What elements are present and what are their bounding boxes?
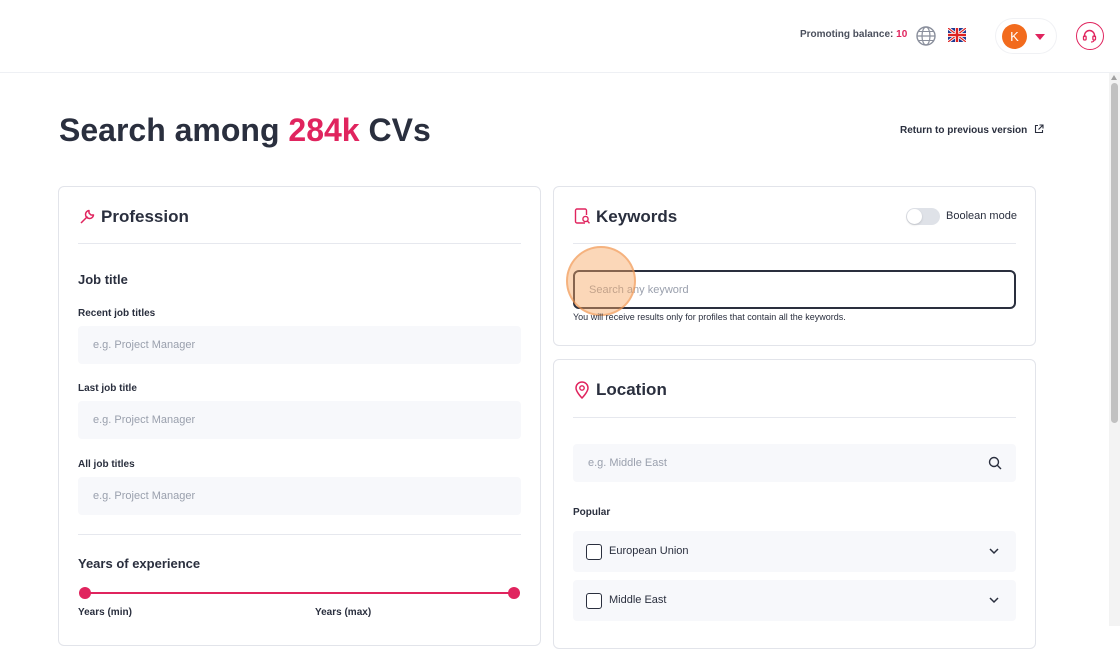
support-button[interactable] — [1076, 22, 1104, 50]
wrench-icon — [80, 209, 95, 224]
all-job-titles-label: All job titles — [78, 459, 135, 470]
all-job-titles-field[interactable] — [78, 477, 521, 515]
divider — [573, 417, 1016, 418]
location-search-input[interactable] — [573, 444, 1016, 482]
experience-max-handle[interactable] — [508, 587, 520, 599]
account-menu[interactable]: K — [996, 19, 1056, 53]
document-search-icon — [574, 208, 591, 224]
all-job-titles-input[interactable] — [78, 477, 521, 515]
caret-down-icon[interactable] — [1035, 34, 1045, 40]
map-pin-icon — [575, 381, 589, 399]
popular-heading: Popular — [573, 507, 611, 518]
divider — [78, 534, 521, 535]
return-previous-version-link[interactable]: Return to previous version — [900, 124, 1044, 136]
external-link-icon — [1034, 124, 1044, 134]
popular-location-item[interactable]: European Union — [573, 531, 1016, 572]
profession-title: Profession — [101, 207, 189, 226]
chevron-down-icon[interactable] — [987, 593, 1001, 607]
headset-icon — [1082, 29, 1097, 43]
divider — [573, 243, 1016, 244]
toggle-knob — [907, 209, 922, 224]
years-experience-heading: Years of experience — [78, 556, 201, 571]
promoting-balance: Promoting balance: 10 — [800, 29, 907, 40]
promoting-balance-value: 10 — [896, 29, 908, 40]
click-highlight — [566, 246, 636, 316]
last-job-title-label: Last job title — [78, 383, 137, 394]
years-max-label: Years (max) — [315, 607, 372, 618]
page-title-suffix: CVs — [359, 112, 431, 148]
page-title-prefix: Search among — [59, 112, 289, 148]
scroll-up-arrow[interactable] — [1111, 75, 1117, 80]
job-title-heading: Job title — [78, 272, 128, 287]
popular-location-item[interactable]: Middle East — [573, 580, 1016, 621]
keywords-title: Keywords — [596, 207, 678, 226]
popular-location-label: European Union — [609, 545, 689, 557]
checkbox[interactable] — [586, 544, 602, 560]
recent-job-titles-input[interactable] — [78, 326, 521, 364]
location-card: Location Popular European Union Middle E… — [553, 359, 1036, 649]
keyword-hint: You will receive results only for profil… — [573, 312, 846, 322]
page-title: Search among 284k CVs — [59, 112, 431, 149]
profession-card: Profession Job title Recent job titles L… — [58, 186, 541, 646]
location-search-field[interactable] — [573, 444, 1016, 482]
search-icon[interactable] — [988, 456, 1002, 470]
chevron-down-icon[interactable] — [987, 544, 1001, 558]
boolean-mode-label: Boolean mode — [946, 210, 1017, 222]
keyword-search-field[interactable] — [573, 270, 1016, 309]
last-job-title-input[interactable] — [78, 401, 521, 439]
top-header: Promoting balance: 10 K — [0, 0, 1120, 73]
popular-location-label: Middle East — [609, 594, 667, 606]
checkbox[interactable] — [586, 593, 602, 609]
cv-count: 284k — [288, 112, 360, 148]
keywords-card: Keywords Boolean mode You will receive r… — [553, 186, 1036, 346]
return-link-label: Return to previous version — [900, 125, 1028, 136]
divider — [78, 243, 521, 244]
years-min-label: Years (min) — [78, 607, 132, 618]
globe-icon[interactable] — [915, 25, 937, 47]
avatar[interactable]: K — [1002, 24, 1027, 49]
uk-flag-icon[interactable] — [948, 28, 966, 42]
experience-slider-track[interactable] — [85, 592, 515, 594]
last-job-title-field[interactable] — [78, 401, 521, 439]
promoting-balance-label: Promoting balance: — [800, 29, 894, 40]
location-title: Location — [596, 380, 667, 399]
experience-min-handle[interactable] — [79, 587, 91, 599]
scrollbar-thumb[interactable] — [1111, 83, 1118, 423]
boolean-mode-toggle[interactable] — [906, 208, 940, 225]
recent-job-titles-field[interactable] — [78, 326, 521, 364]
recent-job-titles-label: Recent job titles — [78, 308, 156, 319]
keyword-search-input[interactable] — [575, 272, 1014, 307]
